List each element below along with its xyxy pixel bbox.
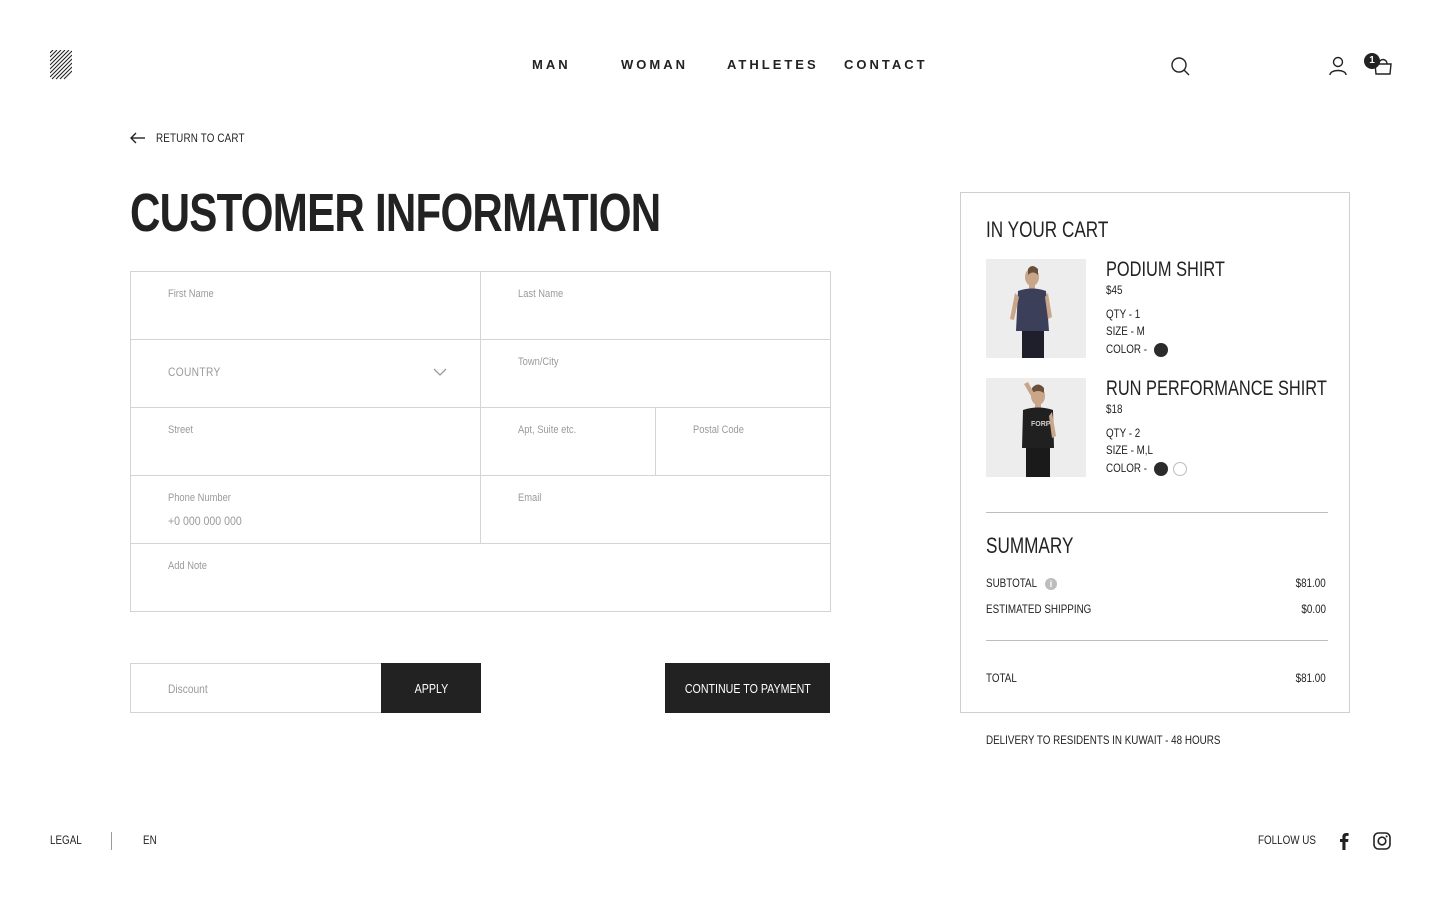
country-select[interactable]: COUNTRY: [130, 339, 481, 408]
color-swatch-dark: [1154, 343, 1168, 357]
first-name-label: First Name: [168, 288, 214, 300]
nav-woman[interactable]: WOMAN: [621, 57, 688, 72]
cart-panel: IN YOUR CART PODIUM SHIRT $45 QTY - 1 SI…: [960, 192, 1350, 713]
note-label: Add Note: [168, 560, 207, 572]
item-size: SIZE - M: [1106, 324, 1145, 338]
country-label: COUNTRY: [168, 365, 221, 379]
item-qty: QTY - 1: [1106, 307, 1141, 321]
page-title: CUSTOMER INFORMATION: [130, 183, 661, 243]
total-row: TOTAL $81.00: [986, 671, 1326, 689]
info-icon[interactable]: i: [1045, 578, 1057, 590]
apply-label: APPLY: [414, 680, 448, 696]
discount-placeholder: Discount: [168, 682, 208, 696]
shipping-value: $0.00: [1301, 602, 1326, 616]
delivery-note: DELIVERY TO RESIDENTS IN KUWAIT - 48 HOU…: [986, 733, 1221, 747]
shipping-row: ESTIMATED SHIPPING $0.00: [986, 602, 1326, 620]
item-price: $45: [1106, 283, 1123, 297]
apt-field[interactable]: Apt, Suite etc.: [480, 407, 656, 476]
subtotal-label: SUBTOTAL: [986, 576, 1038, 590]
street-field[interactable]: Street: [130, 407, 481, 476]
subtotal-row: SUBTOTAL i $81.00: [986, 576, 1326, 594]
divider: [986, 640, 1328, 641]
continue-label: CONTINUE TO PAYMENT: [684, 680, 811, 696]
first-name-field[interactable]: First Name: [130, 271, 481, 340]
product-image: FORP: [986, 378, 1086, 477]
summary-title: SUMMARY: [986, 533, 1074, 558]
total-value: $81.00: [1295, 671, 1326, 685]
last-name-field[interactable]: Last Name: [480, 271, 831, 340]
nav-contact[interactable]: CONTACT: [844, 57, 928, 72]
apply-button[interactable]: APPLY: [381, 663, 481, 713]
subtotal-value: $81.00: [1295, 576, 1326, 590]
arrow-left-icon: [130, 132, 145, 144]
item-qty: QTY - 2: [1106, 426, 1141, 440]
continue-to-payment-button[interactable]: CONTINUE TO PAYMENT: [665, 663, 830, 713]
item-price: $18: [1106, 402, 1123, 416]
street-label: Street: [168, 424, 193, 436]
phone-field[interactable]: Phone Number +0 000 000 000: [130, 475, 481, 544]
last-name-label: Last Name: [518, 288, 564, 300]
city-label: Town/City: [518, 356, 559, 368]
apt-label: Apt, Suite etc.: [518, 424, 577, 436]
cart-item: PODIUM SHIRT $45 QTY - 1 SIZE - M COLOR …: [986, 258, 1326, 359]
search-icon[interactable]: [1169, 55, 1191, 77]
main-nav: MAN WOMAN ATHLETES CONTACT: [0, 57, 1440, 77]
customer-form: First Name Last Name COUNTRY Town/City S…: [130, 271, 831, 612]
item-name: PODIUM SHIRT: [1106, 258, 1225, 281]
footer-divider: [111, 832, 112, 850]
item-size: SIZE - M,L: [1106, 443, 1154, 457]
total-label: TOTAL: [986, 671, 1017, 685]
user-icon[interactable]: [1327, 55, 1349, 77]
divider: [986, 512, 1328, 513]
cart-item: FORP RUN PERFORMANCE SHIRT $18 QTY - 2 S…: [986, 377, 1327, 478]
color-swatch-white: [1173, 462, 1187, 476]
product-image: [986, 259, 1086, 358]
nav-athletes[interactable]: ATHLETES: [727, 57, 819, 72]
cart-title: IN YOUR CART: [986, 217, 1109, 242]
postal-code-label: Postal Code: [693, 424, 744, 436]
note-field[interactable]: Add Note: [130, 543, 831, 612]
svg-text:FORP: FORP: [1031, 421, 1051, 428]
postal-code-field[interactable]: Postal Code: [655, 407, 831, 476]
email-field[interactable]: Email: [480, 475, 831, 544]
item-name: RUN PERFORMANCE SHIRT: [1106, 377, 1327, 400]
return-label: RETURN TO CART: [156, 131, 245, 145]
discount-input[interactable]: Discount: [130, 663, 382, 713]
nav-man[interactable]: MAN: [532, 57, 571, 72]
language-selector[interactable]: EN: [143, 833, 157, 847]
color-swatch-dark: [1154, 462, 1168, 476]
phone-label: Phone Number: [168, 492, 231, 504]
chevron-down-icon: [433, 368, 447, 376]
return-to-cart-link[interactable]: RETURN TO CART: [130, 128, 264, 148]
shipping-label: ESTIMATED SHIPPING: [986, 602, 1092, 616]
item-color-label: COLOR -: [1106, 461, 1148, 475]
facebook-icon[interactable]: [1334, 831, 1354, 851]
legal-link[interactable]: LEGAL: [50, 833, 82, 847]
email-label: Email: [518, 492, 542, 504]
city-field[interactable]: Town/City: [480, 339, 831, 408]
cart-count-badge: 1: [1364, 53, 1380, 69]
item-color-label: COLOR -: [1106, 342, 1148, 356]
follow-us-label: FOLLOW US: [1258, 833, 1316, 847]
phone-placeholder: +0 000 000 000: [168, 514, 242, 528]
instagram-icon[interactable]: [1372, 831, 1392, 851]
